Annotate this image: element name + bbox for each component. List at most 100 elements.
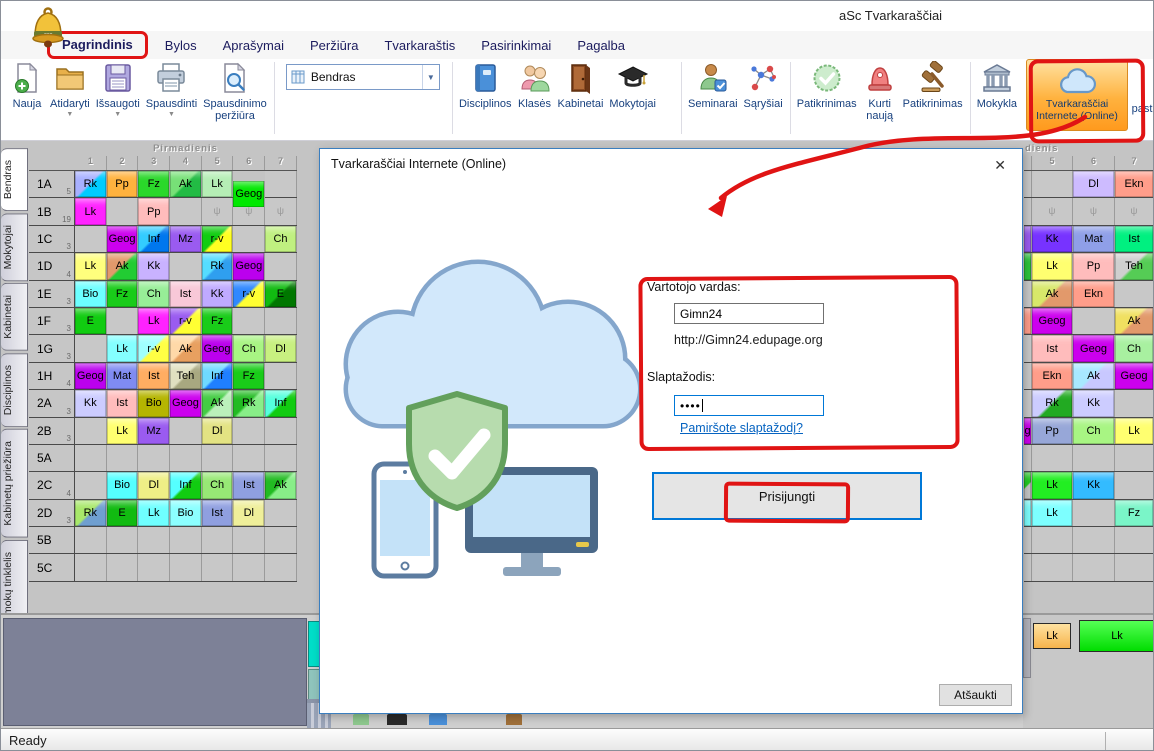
timetable-cell[interactable] (1032, 554, 1073, 580)
lesson-cell[interactable]: Ist (138, 363, 170, 389)
menu-item-tvarkarastis[interactable]: Tvarkaraštis (371, 35, 468, 56)
lesson-cell[interactable]: E (107, 500, 139, 526)
row-label[interactable]: 2C4 (29, 472, 75, 498)
timetable-cell[interactable] (265, 500, 297, 526)
lesson-cell[interactable]: Mz (170, 226, 202, 252)
lesson-cell[interactable]: Lk (1032, 253, 1073, 279)
timetable-cell[interactable] (75, 554, 107, 580)
row-label[interactable]: 5A (29, 445, 75, 471)
timetable-cell[interactable] (75, 335, 107, 361)
lesson-cell[interactable]: Ist (202, 500, 234, 526)
lesson-cell[interactable]: Pp (1073, 253, 1115, 279)
login-button[interactable]: Prisijungti (652, 472, 922, 520)
lesson-cell[interactable]: Rk (1032, 390, 1073, 416)
row-label[interactable]: 2B3 (29, 418, 75, 444)
lesson-cell[interactable]: Lk (107, 335, 139, 361)
lesson-cell[interactable]: Ak (202, 390, 234, 416)
dropdown-arrow-icon[interactable]: ▼ (168, 111, 175, 118)
lesson-cell[interactable]: Geog (75, 363, 107, 389)
timetable-cell[interactable] (265, 554, 297, 580)
cancel-button[interactable]: Atšaukti (939, 684, 1012, 706)
lesson-cell[interactable] (1024, 500, 1032, 526)
school-button[interactable]: Mokykla (974, 59, 1020, 112)
placeholder-cell[interactable]: ψ (1073, 198, 1115, 224)
timetable-cell[interactable] (107, 445, 139, 471)
lesson-cell[interactable]: Ch (265, 226, 297, 252)
timetables-online-button[interactable]: Tvarkaraščiai Internete (Online) (1026, 59, 1128, 131)
row-label[interactable]: 1B19 (29, 198, 75, 224)
lesson-cell[interactable]: Lk (107, 418, 139, 444)
timetable-cell[interactable] (75, 418, 107, 444)
forgot-password-link[interactable]: Pamiršote slaptažodį? (680, 421, 803, 435)
timetable-cell[interactable] (138, 445, 170, 471)
timetable-cell[interactable] (265, 308, 297, 334)
lesson-cell[interactable]: Geog (107, 226, 139, 252)
timetable-cell[interactable] (265, 171, 297, 197)
lesson-cell[interactable]: Lk (1032, 500, 1073, 526)
lesson-cell[interactable]: Fz (202, 308, 234, 334)
timetable-cell[interactable] (1024, 171, 1032, 197)
lesson-cell[interactable]: Geog (170, 390, 202, 416)
lesson-cell[interactable]: Inf (202, 363, 234, 389)
lesson-cell[interactable]: Lk (1115, 418, 1154, 444)
placeholder-cell[interactable]: ψ (1115, 198, 1154, 224)
password-input[interactable]: •••• (674, 395, 824, 416)
lesson-cell[interactable]: Fz (233, 363, 265, 389)
lesson-cell[interactable]: Lk (75, 253, 107, 279)
print-button[interactable]: Spausdinti ▼ (143, 59, 200, 120)
timetable-cell[interactable] (1115, 390, 1154, 416)
lesson-card[interactable]: Lk (1079, 620, 1154, 652)
lesson-cell[interactable]: Inf (265, 390, 297, 416)
timetable-cell[interactable] (75, 226, 107, 252)
dropdown-arrow-icon[interactable]: ▼ (114, 111, 121, 118)
timetable-cell[interactable] (107, 554, 139, 580)
teachers-button[interactable]: Mokytojai (606, 59, 658, 112)
lesson-cell[interactable]: Kk (75, 390, 107, 416)
row-label[interactable]: 1D4 (29, 253, 75, 279)
lesson-cell[interactable]: g (1024, 418, 1032, 444)
row-label[interactable]: 2D3 (29, 500, 75, 526)
lesson-cell[interactable]: Lk (202, 171, 234, 197)
timetable-cell[interactable] (1073, 554, 1115, 580)
timetable-cell[interactable] (202, 445, 234, 471)
lesson-cell[interactable]: Bio (138, 390, 170, 416)
placeholder-cell[interactable]: ψ (265, 198, 297, 224)
menu-item-pagalba[interactable]: Pagalba (564, 35, 638, 56)
timetable-cell[interactable] (265, 445, 297, 471)
chevron-down-icon[interactable]: ▼ (422, 65, 439, 89)
lesson-cell[interactable]: Inf (170, 472, 202, 498)
lesson-cell[interactable]: Ist (170, 281, 202, 307)
lesson-cell[interactable]: Lk (1032, 472, 1073, 498)
relations-button[interactable]: Sąryšiai (741, 59, 786, 112)
scrollbar-fragment[interactable] (1023, 618, 1031, 678)
row-label[interactable]: 5B (29, 527, 75, 553)
print-preview-button[interactable]: Spausdinimo peržiūra (200, 59, 270, 124)
lesson-cell[interactable]: Rk (75, 171, 107, 197)
placeholder-cell[interactable]: ψ (1032, 198, 1073, 224)
lesson-cell[interactable]: Geog (202, 335, 234, 361)
lesson-cell[interactable] (1024, 472, 1032, 498)
lesson-cell[interactable]: r-v (233, 281, 265, 307)
menu-item-bylos[interactable]: Bylos (152, 35, 210, 56)
timetable-cell[interactable] (1073, 500, 1115, 526)
lesson-cell[interactable]: Dl (265, 335, 297, 361)
timetable-cell[interactable] (1024, 363, 1032, 389)
subjects-button[interactable]: Disciplinos (456, 59, 515, 112)
row-label[interactable]: 1G3 (29, 335, 75, 361)
lesson-cell[interactable]: E (75, 308, 107, 334)
lesson-cell[interactable]: Geog (233, 253, 265, 279)
lesson-cell[interactable]: Ch (1115, 335, 1154, 361)
lesson-cell[interactable]: Kk (1073, 472, 1115, 498)
new-button[interactable]: Nauja (7, 59, 47, 112)
lesson-cell[interactable]: Ist (107, 390, 139, 416)
lesson-cell[interactable]: Rk (202, 253, 234, 279)
timetable-cell[interactable] (202, 527, 234, 553)
lesson-cell[interactable]: Ekn (1115, 171, 1154, 197)
open-button[interactable]: Atidaryti ▼ (47, 59, 93, 120)
lesson-cell[interactable]: Bio (107, 472, 139, 498)
row-label[interactable]: 1E3 (29, 281, 75, 307)
timetable-cell[interactable] (170, 445, 202, 471)
lesson-cell[interactable]: Kk (138, 253, 170, 279)
row-label[interactable]: 1F3 (29, 308, 75, 334)
lesson-cell[interactable]: Teh (170, 363, 202, 389)
